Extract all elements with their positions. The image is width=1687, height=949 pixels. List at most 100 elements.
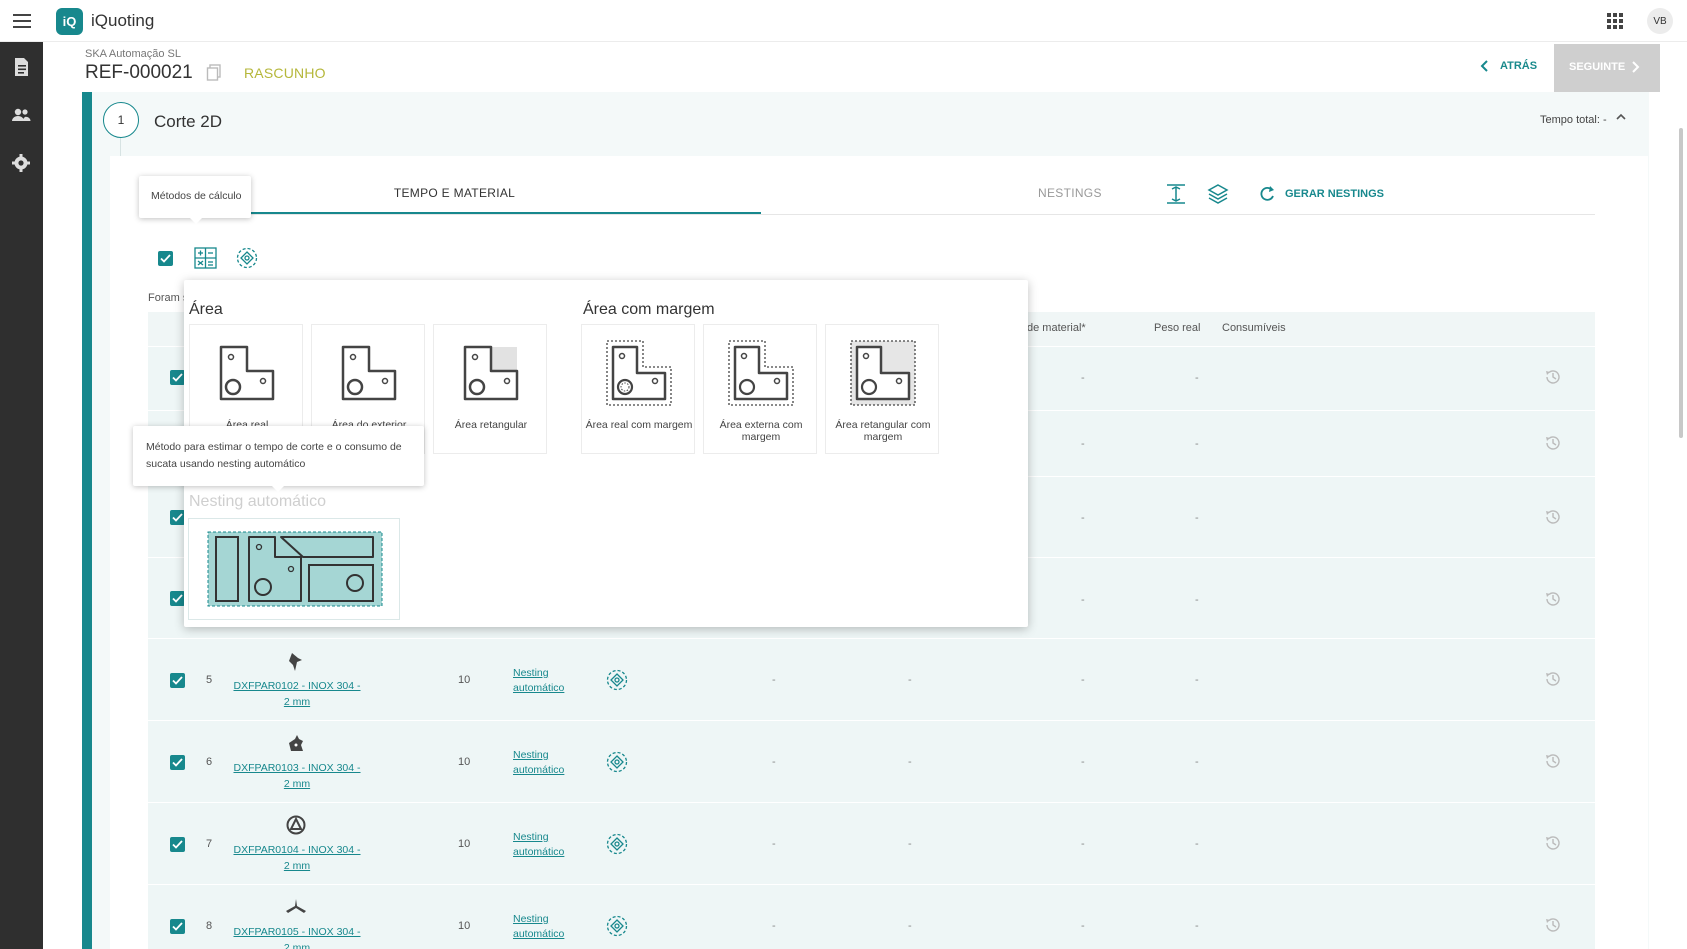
cell-dash: -	[908, 756, 912, 768]
history-icon[interactable]	[1544, 508, 1562, 526]
tooltip-arrow	[190, 218, 202, 224]
part-link[interactable]: DXFPAR0103 - INOX 304 - 2 mm	[230, 760, 364, 792]
real-area-icon	[215, 341, 279, 405]
document-icon[interactable]	[10, 56, 34, 80]
cell-dash: -	[772, 920, 776, 932]
exterior-area-icon	[337, 341, 401, 405]
step-accent-bar	[82, 92, 92, 949]
history-icon[interactable]	[1544, 752, 1562, 770]
row-index: 8	[206, 920, 213, 932]
cell-dash: -	[772, 838, 776, 850]
copy-icon[interactable]	[206, 64, 222, 82]
calculation-methods-icon[interactable]	[194, 247, 217, 269]
row-checkbox[interactable]	[170, 591, 185, 606]
option-label: Área externa com margem	[719, 419, 803, 443]
row-checkbox[interactable]	[170, 370, 185, 385]
row-checkbox[interactable]	[170, 919, 185, 934]
row-index: 7	[206, 838, 213, 850]
apps-grid-icon[interactable]	[1606, 12, 1624, 30]
tab-nestings[interactable]: NESTINGS	[1038, 186, 1102, 200]
row-quantity: 10	[458, 674, 471, 686]
row-checkbox[interactable]	[170, 837, 185, 852]
table-row[interactable]: 5 DXFPAR0102 - INOX 304 - 2 mm 10 Nestin…	[148, 639, 1595, 720]
layers-icon[interactable]	[1206, 182, 1230, 206]
app-logo: iQ	[56, 8, 83, 35]
reference-title: REF-000021	[85, 62, 193, 83]
back-button[interactable]: ATRÁS	[1500, 60, 1537, 72]
user-avatar[interactable]: VB	[1647, 8, 1673, 34]
nesting-target-icon[interactable]	[606, 915, 628, 937]
method-link[interactable]: Nesting automático	[513, 748, 573, 778]
nesting-target-icon[interactable]	[606, 669, 628, 691]
cell-dash: -	[908, 838, 912, 850]
history-icon[interactable]	[1544, 590, 1562, 608]
cell-dash: -	[1195, 674, 1199, 686]
cell-dash: -	[772, 674, 776, 686]
cell-dash: -	[1195, 838, 1199, 850]
part-link[interactable]: DXFPAR0105 - INOX 304 - 2 mm	[230, 924, 364, 949]
users-icon[interactable]	[10, 104, 34, 128]
option-external-area-margin[interactable]: Área externa com margem	[703, 324, 817, 454]
method-link[interactable]: Nesting automático	[513, 666, 573, 696]
tabs-divider	[148, 214, 1595, 215]
row-checkbox[interactable]	[170, 755, 185, 770]
part-link[interactable]: DXFPAR0104 - INOX 304 - 2 mm	[230, 842, 364, 874]
nesting-target-icon[interactable]	[236, 247, 258, 269]
history-icon[interactable]	[1544, 916, 1562, 934]
cell-dash: -	[1195, 512, 1199, 524]
history-icon[interactable]	[1544, 434, 1562, 452]
refresh-icon[interactable]	[1258, 184, 1276, 204]
cell-dash: -	[908, 920, 912, 932]
cell-dash: -	[1081, 594, 1085, 606]
cell-dash: -	[1195, 372, 1199, 384]
cell-dash: -	[1081, 838, 1085, 850]
select-all-checkbox[interactable]	[158, 251, 173, 266]
option-label: Área retangular com margem	[835, 419, 931, 443]
top-bar: iQ iQuoting VB	[0, 0, 1687, 42]
method-link[interactable]: Nesting automático	[513, 830, 573, 860]
margin-section-title: Área com margem	[583, 301, 715, 318]
next-button[interactable]: SEGUINTE	[1554, 44, 1660, 92]
table-row[interactable]: 8 DXFPAR0105 - INOX 304 - 2 mm 10 Nestin…	[148, 885, 1595, 949]
header-real-weight: Peso real	[1154, 322, 1201, 334]
nesting-section-title: Nesting automático	[189, 493, 326, 510]
option-auto-nesting[interactable]	[188, 518, 400, 620]
history-icon[interactable]	[1544, 368, 1562, 386]
gear-icon[interactable]	[10, 152, 34, 176]
table-row[interactable]: 6 DXFPAR0103 - INOX 304 - 2 mm 10 Nestin…	[148, 721, 1595, 802]
info-text-partial: Foram s	[148, 292, 189, 304]
cell-dash: -	[1195, 594, 1199, 606]
part-link[interactable]: DXFPAR0102 - INOX 304 - 2 mm	[230, 678, 364, 710]
tooltip-text: Método para estimar o tempo de corte e o…	[146, 441, 402, 470]
chevron-left-icon[interactable]	[1480, 59, 1490, 73]
columns-icon[interactable]	[1164, 182, 1188, 206]
history-icon[interactable]	[1544, 670, 1562, 688]
vertical-scrollbar[interactable]	[1679, 128, 1683, 438]
part-thumbnail-icon	[286, 651, 306, 673]
part-thumbnail-icon	[286, 815, 306, 835]
option-rectangular-area-margin[interactable]: Área retangular com margem	[825, 324, 939, 454]
nesting-target-icon[interactable]	[606, 751, 628, 773]
cell-dash: -	[1081, 756, 1085, 768]
method-link[interactable]: Nesting automático	[513, 912, 573, 942]
option-real-area-margin[interactable]: Área real com margem	[581, 324, 695, 454]
menu-icon[interactable]	[12, 12, 32, 30]
table-row[interactable]: 7 DXFPAR0104 - INOX 304 - 2 mm 10 Nestin…	[148, 803, 1595, 884]
row-index: 5	[206, 674, 213, 686]
nesting-target-icon[interactable]	[606, 833, 628, 855]
cell-dash: -	[1081, 372, 1085, 384]
history-icon[interactable]	[1544, 834, 1562, 852]
option-rectangular-area[interactable]: Área retangular	[433, 324, 547, 454]
row-checkbox[interactable]	[170, 510, 185, 525]
area-section-title: Área	[189, 301, 223, 318]
sidebar	[0, 42, 43, 949]
external-area-margin-icon	[725, 337, 797, 409]
cell-dash: -	[1195, 438, 1199, 450]
chevron-up-icon[interactable]	[1615, 112, 1627, 122]
cell-dash: -	[1195, 756, 1199, 768]
row-quantity: 10	[458, 838, 471, 850]
row-checkbox[interactable]	[170, 673, 185, 688]
part-thumbnail-icon	[284, 897, 308, 917]
status-badge: RASCUNHO	[244, 65, 326, 81]
generate-nestings-button[interactable]: GERAR NESTINGS	[1285, 188, 1384, 200]
